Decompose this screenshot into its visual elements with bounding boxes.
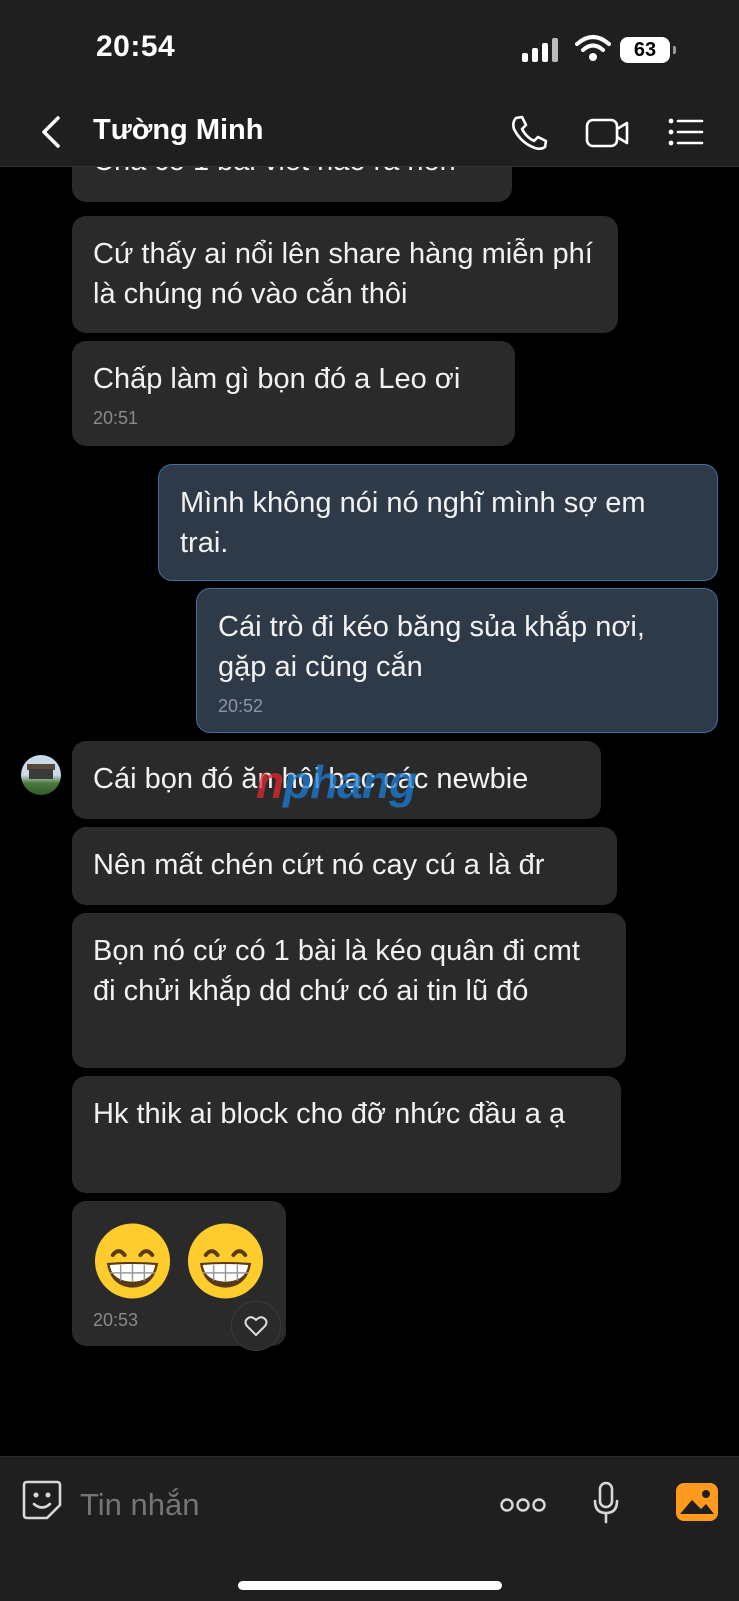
emoji-row [93, 1221, 265, 1301]
message-list[interactable]: Chả có 1 bài viết nào ra hồn Cứ thấy ai … [0, 167, 739, 1455]
contact-avatar[interactable] [21, 755, 61, 795]
message-text: Mình không nói nó nghĩ mình sợ em trai. [180, 487, 646, 559]
status-bar: 20:54 63 [0, 0, 739, 100]
grinning-face-emoji [94, 1223, 171, 1299]
battery-icon: 63 [620, 37, 676, 63]
message-bubble[interactable]: Cứ thấy ai nổi lên share hàng miễn phí l… [72, 216, 618, 333]
watermark-logo: nphang [256, 756, 417, 808]
cellular-signal-icon [522, 38, 562, 62]
wifi-icon [575, 35, 611, 61]
message-text: Bọn nó cứ có 1 bài là kéo quân đi cmt đi… [93, 935, 580, 1007]
message-bubble[interactable]: Chả có 1 bài viết nào ra hồn [72, 167, 512, 202]
contact-name[interactable]: Tường Minh [93, 114, 263, 147]
composer-bar [0, 1456, 739, 1601]
more-options-icon[interactable] [500, 1497, 546, 1513]
menu-list-icon[interactable] [666, 112, 706, 152]
message-text: Chấp làm gì bọn đó a Leo ơi [93, 363, 461, 395]
message-bubble[interactable]: Bọn nó cứ có 1 bài là kéo quân đi cmt đi… [72, 913, 626, 1068]
image-icon[interactable] [675, 1482, 719, 1522]
message-bubble[interactable]: Hk thik ai block cho đỡ nhức đầu a ạ [72, 1076, 621, 1193]
microphone-icon[interactable] [592, 1481, 620, 1525]
message-input[interactable] [80, 1475, 380, 1535]
chat-header: Tường Minh [0, 100, 739, 167]
grinning-face-emoji [187, 1223, 264, 1299]
message-text: Chả có 1 bài viết nào ra hồn [93, 167, 456, 177]
message-text: Cứ thấy ai nổi lên share hàng miễn phí l… [93, 238, 593, 310]
phone-icon[interactable] [507, 112, 551, 152]
message-time: 20:52 [218, 696, 264, 716]
message-time: 20:51 [93, 408, 139, 428]
message-bubble[interactable]: Chấp làm gì bọn đó a Leo ơi 20:51 [72, 341, 515, 446]
sticker-icon[interactable] [21, 1479, 63, 1521]
status-time: 20:54 [96, 30, 176, 63]
my-message-bubble[interactable]: Cái trò đi kéo băng sủa khắp nơi, gặp ai… [196, 588, 718, 733]
message-text: Hk thik ai block cho đỡ nhức đầu a ạ [93, 1098, 566, 1130]
heart-icon [244, 1316, 268, 1336]
home-indicator[interactable] [238, 1581, 502, 1590]
react-heart-button[interactable] [231, 1301, 281, 1351]
message-text: Nên mất chén cứt nó cay cú a là đr [93, 849, 545, 881]
back-chevron-icon[interactable] [38, 114, 64, 150]
my-message-bubble[interactable]: Mình không nói nó nghĩ mình sợ em trai. [158, 464, 718, 581]
video-call-icon[interactable] [584, 112, 630, 152]
message-bubble[interactable]: Nên mất chén cứt nó cay cú a là đr [72, 827, 617, 905]
message-text: Cái trò đi kéo băng sủa khắp nơi, gặp ai… [218, 611, 645, 683]
